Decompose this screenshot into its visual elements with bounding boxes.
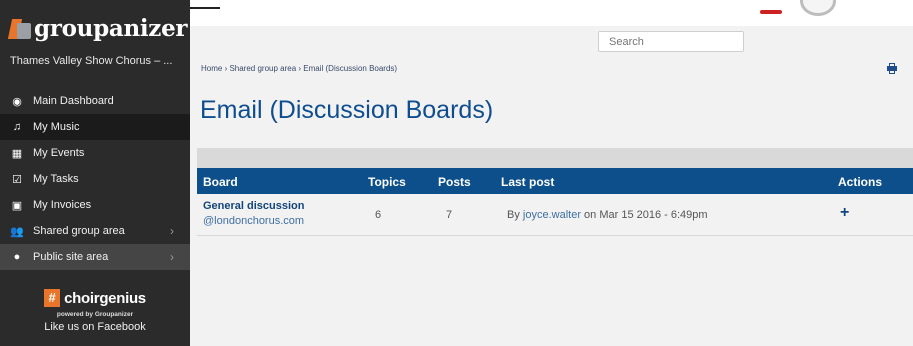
last-post-date: on Mar 15 2016 - 6:49pm <box>580 209 708 221</box>
choirgenius-logo[interactable]: # choirgenius <box>0 286 190 310</box>
chevron-right-icon: › <box>170 224 174 238</box>
posts-count: 7 <box>446 209 453 221</box>
add-topic-icon[interactable]: + <box>840 204 849 222</box>
dashboard-icon: ◉ <box>12 95 22 108</box>
sidebar-item-label: Shared group area <box>33 225 125 237</box>
column-header-topics[interactable]: Topics <box>368 175 406 189</box>
sidebar-item-my-music[interactable]: ♫ My Music <box>0 114 190 140</box>
sidebar-item-main-dashboard[interactable]: ◉ Main Dashboard <box>0 88 190 114</box>
powered-by-text: powered by Groupanizer <box>56 311 134 318</box>
sidebar-item-shared-group-area[interactable]: 👥 Shared group area › <box>0 218 190 244</box>
column-header-posts[interactable]: Posts <box>438 175 471 189</box>
last-post: By joyce.walter on Mar 15 2016 - 6:49pm <box>507 209 708 221</box>
board-email: @londonchorus.com <box>203 215 305 227</box>
sidebar-item-label: Main Dashboard <box>33 95 114 107</box>
search-input[interactable] <box>598 31 744 52</box>
column-header-board[interactable]: Board <box>203 175 238 189</box>
groupanizer-logo-icon <box>7 17 32 39</box>
group-icon: 👥 <box>10 225 24 238</box>
last-post-user-link[interactable]: joyce.walter <box>523 209 581 221</box>
page-title: Email (Discussion Boards) <box>200 96 494 124</box>
last-post-prefix: By <box>507 209 523 221</box>
sidebar-item-my-invoices[interactable]: ▣ My Invoices <box>0 192 190 218</box>
breadcrumb[interactable]: Home › Shared group area › Email (Discus… <box>201 64 397 73</box>
board-name-link[interactable]: General discussion <box>203 200 304 212</box>
brand-name: groupanizer <box>34 14 188 42</box>
sidebar-nav: ◉ Main Dashboard ♫ My Music ▦ My Events … <box>0 88 190 270</box>
sidebar-item-label: My Invoices <box>33 199 92 211</box>
invoice-icon: ▣ <box>11 199 23 212</box>
chevron-right-icon: › <box>170 250 174 264</box>
globe-icon: ● <box>13 251 21 263</box>
sidebar-item-my-events[interactable]: ▦ My Events <box>0 140 190 166</box>
choirgenius-hash-icon: # <box>44 289 61 307</box>
print-icon[interactable] <box>887 63 897 74</box>
table-toolbar <box>197 148 913 168</box>
sidebar-item-label: My Music <box>33 121 80 133</box>
facebook-link[interactable]: Like us on Facebook <box>0 321 190 333</box>
top-bar-divider <box>190 7 220 9</box>
table-row: General discussion @londonchorus.com 6 7… <box>197 194 913 236</box>
column-header-last-post[interactable]: Last post <box>501 175 554 189</box>
sidebar-item-label: Public site area <box>33 251 109 263</box>
checkbox-icon: ☑ <box>12 173 22 186</box>
notification-icon[interactable] <box>760 10 782 14</box>
music-icon: ♫ <box>12 121 22 133</box>
choirgenius-promo: # choirgenius powered by Groupanizer Lik… <box>0 278 190 333</box>
sidebar-item-my-tasks[interactable]: ☑ My Tasks <box>0 166 190 192</box>
calendar-icon: ▦ <box>11 147 23 160</box>
group-name[interactable]: Thames Valley Show Chorus – ... <box>10 55 185 67</box>
topics-count: 6 <box>375 209 382 221</box>
sidebar-item-label: My Tasks <box>33 173 79 185</box>
table-header: Board Topics Posts Last post Actions <box>197 168 913 194</box>
column-header-actions: Actions <box>838 175 883 189</box>
sidebar: groupanizer Thames Valley Show Chorus – … <box>0 0 190 346</box>
groupanizer-logo[interactable]: groupanizer <box>7 12 188 44</box>
main-content: Home › Shared group area › Email (Discus… <box>190 26 913 346</box>
sidebar-item-label: My Events <box>33 147 85 159</box>
sidebar-item-public-site-area[interactable]: ● Public site area › <box>0 244 190 270</box>
choirgenius-text: choirgenius <box>64 289 146 307</box>
